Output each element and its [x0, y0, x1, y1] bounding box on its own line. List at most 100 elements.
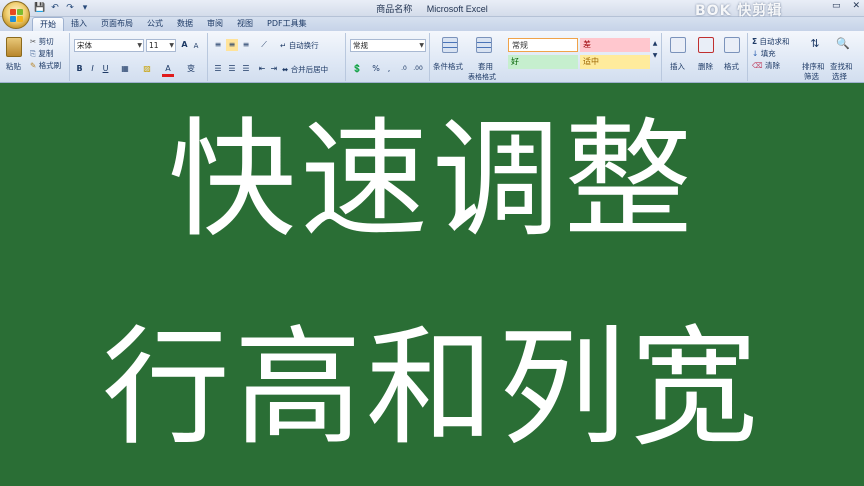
- scissors-icon: ✂: [30, 37, 37, 46]
- font-name-select[interactable]: 宋体 ▼: [74, 39, 144, 52]
- eraser-icon: ⌫: [752, 61, 763, 70]
- wrap-text-button[interactable]: ↵ 自动换行: [280, 40, 319, 51]
- grow-font-button[interactable]: A: [179, 39, 190, 51]
- paste-icon[interactable]: [6, 37, 22, 57]
- align-bottom-icon[interactable]: ≡: [240, 39, 252, 51]
- sigma-icon: Σ: [752, 37, 758, 46]
- ribbon-tabs: 开始 插入 页面布局 公式 数据 审阅 视图 PDF工具集: [0, 17, 864, 32]
- main-canvas: 快速调整 行高和列宽: [0, 84, 864, 486]
- copy-label: 复制: [38, 49, 54, 58]
- bold-button[interactable]: B: [74, 63, 85, 75]
- conditional-format-icon[interactable]: [442, 37, 458, 53]
- comma-button[interactable]: ,: [384, 63, 394, 75]
- find-select-label-2[interactable]: 选择: [832, 71, 847, 82]
- find-select-icon[interactable]: 🔍: [834, 38, 852, 54]
- align-top-icon[interactable]: ≡: [212, 39, 224, 51]
- chevron-down-icon: ▼: [419, 42, 424, 49]
- italic-button[interactable]: I: [87, 63, 98, 75]
- cut-button[interactable]: ✂ 剪切: [30, 36, 54, 47]
- autosum-button[interactable]: Σ 自动求和: [752, 36, 790, 47]
- wrap-icon: ↵: [280, 41, 287, 50]
- tab-page-layout[interactable]: 页面布局: [94, 17, 140, 32]
- autosum-label: 自动求和: [759, 37, 790, 46]
- underline-button[interactable]: U: [100, 63, 111, 75]
- brush-icon: ✎: [30, 61, 37, 70]
- phonetic-button[interactable]: 变: [184, 63, 198, 75]
- sort-filter-label-2[interactable]: 筛选: [804, 71, 819, 82]
- clear-button[interactable]: ⌫ 清除: [752, 60, 780, 71]
- headline-line-1: 快速调整: [167, 106, 696, 255]
- office-logo-icon: [10, 9, 23, 22]
- merge-icon: ⬌: [282, 65, 289, 74]
- window-controls: ▭ ✕: [832, 1, 860, 11]
- conditional-format-label[interactable]: 条件格式: [433, 61, 463, 72]
- font-group: 宋体 ▼ 11 ▼ A A B I U ▦ ▨ A 变: [70, 33, 208, 81]
- title-bar: 💾 ↶ ↷ ▾ 商品名称 Microsoft Excel BOK 快剪辑 ▭ ✕: [0, 0, 864, 19]
- cells-group: 插入 删除 格式: [662, 33, 748, 81]
- fill-down-icon: ↓: [752, 49, 759, 58]
- tab-insert[interactable]: 插入: [64, 17, 94, 32]
- editing-group: Σ 自动求和 ↓ 填充 ⌫ 清除 ⇅ 排序和 筛选 🔍 查找和 选择: [748, 33, 864, 81]
- fill-color-icon[interactable]: ▨: [140, 63, 154, 75]
- format-cells-label[interactable]: 格式: [724, 61, 739, 72]
- font-size-select[interactable]: 11 ▼: [146, 39, 176, 52]
- table-format-label[interactable]: 套用: [478, 61, 493, 72]
- style-bad[interactable]: 差: [580, 38, 650, 52]
- tab-data[interactable]: 数据: [170, 17, 200, 32]
- shrink-font-button[interactable]: A: [191, 40, 201, 52]
- tab-review[interactable]: 审阅: [200, 17, 230, 32]
- decrease-indent-icon[interactable]: ⇤: [256, 63, 268, 75]
- merge-center-button[interactable]: ⬌ 合并后居中: [282, 64, 328, 75]
- restore-icon[interactable]: ▭: [832, 1, 841, 11]
- table-format-label-2[interactable]: 表格格式: [468, 72, 496, 82]
- chevron-down-icon: ▼: [137, 42, 142, 49]
- office-button[interactable]: [2, 1, 30, 29]
- alignment-group: ≡ ≡ ≡ ⟋ ↵ 自动换行 ☰ ☰ ☰ ⇤ ⇥ ⬌ 合并后居中: [208, 33, 346, 81]
- close-icon[interactable]: ✕: [852, 1, 860, 11]
- document-name: 商品名称: [376, 4, 413, 14]
- format-painter-button[interactable]: ✎ 格式刷: [30, 60, 61, 71]
- insert-cells-label[interactable]: 插入: [670, 61, 685, 72]
- orientation-icon[interactable]: ⟋: [256, 39, 272, 51]
- align-left-icon[interactable]: ☰: [212, 63, 224, 75]
- currency-icon[interactable]: 💲: [350, 63, 364, 75]
- format-cells-icon[interactable]: [724, 37, 740, 53]
- increase-indent-icon[interactable]: ⇥: [268, 63, 280, 75]
- border-icon[interactable]: ▦: [118, 63, 132, 75]
- chevron-down-icon: ▼: [169, 42, 174, 49]
- number-format-select[interactable]: 常规 ▼: [350, 39, 426, 52]
- tab-home[interactable]: 开始: [32, 17, 64, 32]
- style-good[interactable]: 好: [508, 55, 578, 69]
- number-group: 常规 ▼ 💲 % , .0 .00: [346, 33, 430, 81]
- tab-formulas[interactable]: 公式: [140, 17, 170, 32]
- fill-button[interactable]: ↓ 填充: [752, 48, 776, 59]
- ribbon: 粘贴 ✂ 剪切 ⎘ 复制 ✎ 格式刷 宋体 ▼ 11 ▼ A A B I U ▦ ▨…: [0, 31, 864, 83]
- clear-label: 清除: [765, 61, 780, 70]
- sort-filter-icon[interactable]: ⇅: [806, 38, 824, 54]
- styles-group: 条件格式 套用 表格格式 常规 差 好 适中 ▲ ▼: [430, 33, 662, 81]
- copy-icon: ⎘: [30, 49, 36, 58]
- increase-decimal-icon[interactable]: .0: [398, 63, 410, 75]
- align-center-icon[interactable]: ☰: [226, 63, 238, 75]
- copy-button[interactable]: ⎘ 复制: [30, 48, 53, 59]
- tab-view[interactable]: 视图: [230, 17, 260, 32]
- table-format-icon[interactable]: [476, 37, 492, 53]
- font-color-button[interactable]: A: [162, 63, 174, 77]
- align-middle-icon[interactable]: ≡: [226, 39, 238, 51]
- delete-cells-label[interactable]: 删除: [698, 61, 713, 72]
- align-right-icon[interactable]: ☰: [240, 63, 252, 75]
- style-normal[interactable]: 常规: [508, 38, 578, 52]
- percent-button[interactable]: %: [370, 63, 382, 75]
- decrease-decimal-icon[interactable]: .00: [412, 63, 424, 75]
- cut-label: 剪切: [38, 37, 54, 46]
- delete-cells-icon[interactable]: [698, 37, 714, 53]
- app-name: Microsoft Excel: [426, 4, 488, 14]
- tab-pdf-tools[interactable]: PDF工具集: [260, 17, 314, 32]
- fill-label: 填充: [760, 49, 776, 58]
- insert-cells-icon[interactable]: [670, 37, 686, 53]
- styles-scroll-icon[interactable]: ▲ ▼: [651, 38, 659, 59]
- merge-center-label: 合并后居中: [290, 65, 329, 74]
- paste-label[interactable]: 粘贴: [6, 61, 21, 72]
- wrap-text-label: 自动换行: [288, 41, 319, 50]
- style-neutral[interactable]: 适中: [580, 55, 650, 69]
